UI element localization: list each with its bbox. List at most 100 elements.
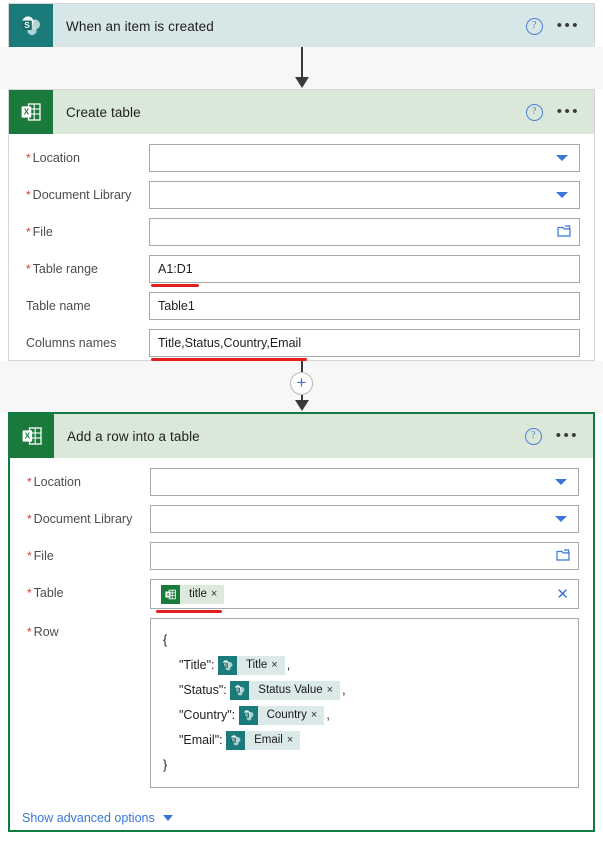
document-library-dropdown[interactable] — [150, 505, 579, 533]
annotation-underline-table-range — [151, 284, 199, 287]
field-label-file: * File — [26, 225, 53, 239]
table-name-input[interactable]: Table1 — [149, 292, 580, 320]
field-control-columns-names: Title,Status,Country,Email — [149, 329, 580, 361]
token-chip-table[interactable]: X title × — [161, 584, 225, 604]
required-marker: * — [26, 262, 31, 276]
json-key-title: "Title": — [179, 658, 215, 672]
columns-names-input[interactable]: Title,Status,Country,Email — [149, 329, 580, 357]
table-token-input[interactable]: X title × ✕ — [150, 579, 579, 609]
chevron-down-icon[interactable] — [556, 155, 568, 161]
field-file: * File — [10, 542, 593, 570]
field-control-location — [150, 468, 579, 496]
chevron-down-icon[interactable] — [555, 516, 567, 522]
show-advanced-options-label[interactable]: Show advanced options — [22, 811, 155, 825]
field-control-table-name: Table1 — [149, 292, 580, 320]
table-range-input[interactable]: A1:D1 — [149, 255, 580, 283]
json-entry-title: "Title": S Title × , — [163, 653, 568, 678]
create-table-body: * Location * Document Library * File * T… — [9, 134, 594, 372]
svg-text:S: S — [224, 663, 227, 668]
add-row-header[interactable]: X Add a row into a table ? ••• — [10, 414, 593, 458]
chevron-down-icon[interactable] — [162, 815, 173, 821]
connector-trigger-to-create-table — [0, 47, 603, 88]
json-entry-email: "Email": S Email × — [163, 728, 568, 753]
help-icon[interactable]: ? — [525, 17, 543, 35]
field-label-columns-names: Columns names — [26, 336, 117, 350]
json-key-email: "Email": — [179, 733, 223, 747]
field-control-table-range: A1:D1 — [149, 255, 580, 287]
json-open-brace: { — [163, 633, 168, 647]
remove-token-icon[interactable]: × — [327, 678, 340, 703]
more-options-icon[interactable]: ••• — [556, 428, 579, 443]
token-chip-status-value[interactable]: S Status Value × — [230, 678, 341, 703]
clear-field-icon[interactable]: ✕ — [556, 587, 569, 602]
add-row-header-actions: ? ••• — [524, 427, 593, 445]
required-marker: * — [27, 549, 32, 563]
remove-token-icon[interactable]: × — [287, 728, 300, 753]
folder-picker-icon[interactable] — [556, 549, 570, 563]
field-label-document-library: * Document Library — [26, 188, 132, 202]
sharepoint-icon: S — [238, 706, 258, 726]
token-chip-label: Country — [266, 709, 307, 722]
required-marker: * — [27, 586, 32, 600]
token-chip-email[interactable]: S Email × — [226, 728, 301, 753]
excel-icon: X — [9, 90, 53, 134]
required-marker: * — [26, 188, 31, 202]
folder-picker-icon[interactable] — [557, 225, 571, 239]
field-control-file — [149, 218, 580, 246]
excel-icon: X — [161, 584, 180, 604]
more-options-icon[interactable]: ••• — [557, 104, 580, 119]
field-label-location: * Location — [26, 151, 80, 165]
field-table-name: Table name Table1 — [9, 292, 594, 320]
sharepoint-icon: S — [217, 656, 237, 676]
create-table-header-actions: ? ••• — [525, 103, 594, 121]
connector-line — [300, 47, 303, 77]
field-label-table-range: * Table range — [26, 262, 98, 276]
columns-names-value: Title,Status,Country,Email — [158, 336, 302, 350]
svg-text:X: X — [24, 108, 30, 117]
table-name-value: Table1 — [158, 299, 195, 313]
token-chip-country[interactable]: S Country × — [238, 703, 325, 728]
action-card-create-table[interactable]: X Create table ? ••• * Location * Document… — [8, 89, 595, 361]
document-library-dropdown[interactable] — [149, 181, 580, 209]
token-chip-label: title — [189, 588, 207, 600]
show-advanced-options[interactable]: Show advanced options — [10, 797, 593, 839]
add-row-body: * Location * Document Library * File * T… — [10, 458, 593, 845]
arrow-down-icon — [294, 400, 309, 411]
location-dropdown[interactable] — [150, 468, 579, 496]
remove-token-icon[interactable]: × — [271, 653, 284, 678]
add-step-button[interactable]: + — [290, 372, 313, 395]
table-range-value: A1:D1 — [158, 262, 193, 276]
row-json-editor[interactable]: { "Title": S Title × , "Status": S Statu… — [150, 618, 579, 788]
file-input[interactable] — [150, 542, 579, 570]
required-marker: * — [27, 475, 32, 489]
field-row: * Row { "Title": S Title × , "Status": S… — [10, 618, 593, 788]
chevron-down-icon[interactable] — [556, 192, 568, 198]
arrow-down-icon — [294, 77, 309, 88]
remove-token-icon[interactable]: × — [311, 703, 324, 728]
token-chip-title[interactable]: S Title × — [217, 653, 285, 678]
json-key-country: "Country": — [179, 708, 236, 722]
help-icon[interactable]: ? — [525, 103, 543, 121]
sharepoint-icon: S — [226, 731, 246, 751]
sharepoint-icon: S — [230, 681, 250, 701]
remove-token-icon[interactable]: × — [211, 588, 224, 600]
create-table-header[interactable]: X Create table ? ••• — [9, 90, 594, 134]
field-table-range: * Table range A1:D1 — [9, 255, 594, 287]
trigger-card-header[interactable]: S When an item is created ? ••• — [9, 4, 594, 48]
connector-create-table-to-add-row: + — [0, 361, 603, 411]
field-document-library: * Document Library — [9, 181, 594, 209]
excel-icon: X — [10, 414, 54, 458]
file-input[interactable] — [149, 218, 580, 246]
required-marker: * — [27, 625, 32, 639]
more-options-icon[interactable]: ••• — [557, 18, 580, 33]
action-card-add-a-row-into-a-table[interactable]: X Add a row into a table ? ••• * Location… — [8, 412, 595, 832]
table-token-wrapper: X title × — [161, 584, 556, 604]
field-control-table: X title × ✕ — [150, 579, 579, 613]
help-icon[interactable]: ? — [524, 427, 542, 445]
svg-text:S: S — [244, 713, 247, 718]
location-dropdown[interactable] — [149, 144, 580, 172]
chevron-down-icon[interactable] — [555, 479, 567, 485]
add-row-title: Add a row into a table — [67, 428, 200, 444]
trigger-card[interactable]: S When an item is created ? ••• — [8, 3, 595, 48]
field-label-file: * File — [27, 549, 54, 563]
